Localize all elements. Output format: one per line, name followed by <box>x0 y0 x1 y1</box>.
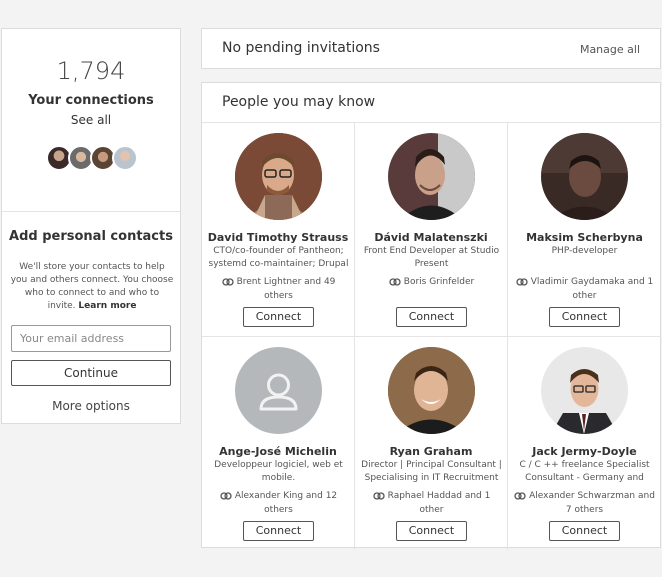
person-card: Dávid Malatenszki Front End Developer at… <box>355 122 508 336</box>
shared-connections[interactable]: Alexander King and 12 others <box>208 489 349 517</box>
profile-photo[interactable] <box>388 133 475 220</box>
connection-avatars[interactable] <box>46 145 138 175</box>
person-headline: CTO/co-founder of Pantheon; systemd co-m… <box>208 246 349 269</box>
profile-photo[interactable] <box>541 133 628 220</box>
avatar <box>112 145 138 171</box>
shared-connections[interactable]: Vladimir Gaydamaka and 1 other <box>514 275 655 303</box>
profile-photo[interactable] <box>235 347 322 434</box>
person-card: David Timothy Strauss CTO/co-founder of … <box>202 122 355 336</box>
person-card: Ange-José Michelin Developpeur logiciel,… <box>202 336 355 550</box>
add-contacts-description: We'll store your contacts to help you an… <box>10 261 174 313</box>
shared-connections-icon <box>516 277 528 286</box>
connect-button[interactable]: Connect <box>396 521 467 541</box>
shared-connections-text: Alexander King and 12 others <box>234 491 338 515</box>
profile-photo[interactable] <box>541 347 628 434</box>
shared-connections[interactable]: Alexander Schwarzman and 7 others <box>514 489 655 517</box>
person-name[interactable]: Ange-José Michelin <box>202 445 354 458</box>
person-name[interactable]: Dávid Malatenszki <box>355 231 507 244</box>
shared-connections-icon <box>514 491 526 500</box>
shared-connections-text: Alexander Schwarzman and 7 others <box>529 491 655 515</box>
shared-connections-icon <box>221 277 234 286</box>
shared-connections[interactable]: Boris Grinfelder <box>361 275 502 289</box>
connections-label[interactable]: Your connections <box>2 93 180 108</box>
person-headline: Front End Developer at Studio Present <box>363 246 500 269</box>
shared-connections-icon <box>389 277 401 286</box>
connect-button[interactable]: Connect <box>549 521 620 541</box>
person-name[interactable]: Ryan Graham <box>355 445 507 458</box>
connections-count[interactable]: 1,794 <box>2 57 180 85</box>
profile-photo[interactable] <box>388 347 475 434</box>
person-name[interactable]: David Timothy Strauss <box>202 231 354 244</box>
email-field[interactable] <box>11 325 171 352</box>
person-card: Maksim Scherbyna PHP-developer Vladimir … <box>508 122 661 336</box>
see-all-link[interactable]: See all <box>2 113 180 127</box>
person-headline: Director | Principal Consultant | Specia… <box>361 460 502 483</box>
person-headline: PHP-developer <box>551 246 618 256</box>
shared-connections[interactable]: Brent Lightner and 49 others <box>208 275 349 303</box>
shared-connections-text: Raphael Haddad and 1 other <box>387 491 491 515</box>
person-headline: C / C ++ freelance Specialist Consultant… <box>519 460 650 483</box>
shared-connections-text: Brent Lightner and 49 others <box>236 277 336 301</box>
person-name[interactable]: Jack Jermy-Doyle <box>508 445 661 458</box>
divider <box>2 211 180 212</box>
learn-more-link[interactable]: Learn more <box>78 301 136 311</box>
manage-all-link[interactable]: Manage all <box>580 43 640 56</box>
connect-button[interactable]: Connect <box>549 307 620 327</box>
pymk-grid: David Timothy Strauss CTO/co-founder of … <box>202 122 662 550</box>
profile-photo[interactable] <box>235 133 322 220</box>
add-contacts-title: Add personal contacts <box>9 229 173 244</box>
invitations-title: No pending invitations <box>222 40 380 56</box>
connect-button[interactable]: Connect <box>243 521 314 541</box>
shared-connections[interactable]: Raphael Haddad and 1 other <box>361 489 502 517</box>
connections-card: 1,794 Your connections See all Add perso… <box>1 28 181 424</box>
invitations-card: No pending invitations Manage all <box>201 28 661 69</box>
shared-connections-text: Vladimir Gaydamaka and 1 other <box>530 277 654 301</box>
shared-connections-text: Boris Grinfelder <box>403 277 475 287</box>
connect-button[interactable]: Connect <box>243 307 314 327</box>
people-you-may-know-card: People you may know David Timothy Straus… <box>201 82 662 550</box>
person-card: Ryan Graham Director | Principal Consult… <box>355 336 508 550</box>
pymk-title: People you may know <box>222 94 376 110</box>
shared-connections-icon <box>372 491 385 500</box>
person-headline: Developpeur logiciel, web et mobile. <box>214 460 343 483</box>
person-name[interactable]: Maksim Scherbyna <box>508 231 661 244</box>
continue-button[interactable]: Continue <box>11 360 171 386</box>
person-card: Jack Jermy-Doyle C / C ++ freelance Spec… <box>508 336 661 550</box>
shared-connections-icon <box>220 491 232 500</box>
more-options-link[interactable]: More options <box>2 399 180 413</box>
connect-button[interactable]: Connect <box>396 307 467 327</box>
person-placeholder-icon <box>235 347 322 434</box>
